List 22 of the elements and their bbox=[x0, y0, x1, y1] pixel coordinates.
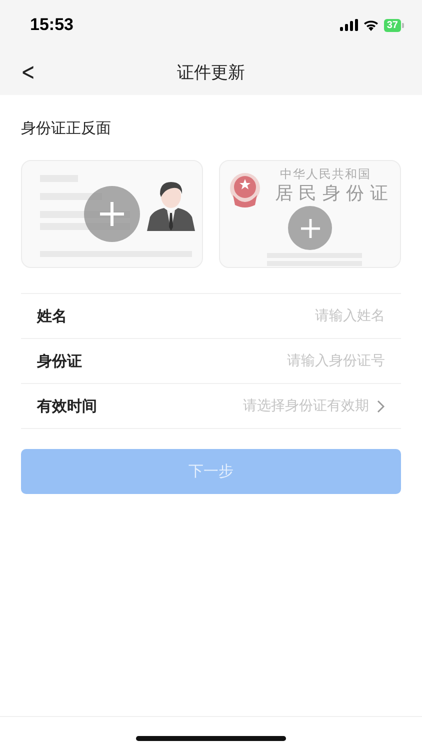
card-country-text: 中华人民共和国 bbox=[280, 166, 371, 182]
chevron-right-icon bbox=[377, 400, 385, 412]
field-label: 有效时间 bbox=[37, 396, 97, 416]
id-card-upload[interactable] bbox=[21, 160, 203, 268]
emblem-icon bbox=[228, 173, 262, 209]
person-icon bbox=[146, 179, 196, 231]
section-title: 身份证正反面 bbox=[20, 118, 112, 138]
field-label: 姓名 bbox=[37, 306, 67, 326]
text-input-field[interactable]: 请输入姓名 bbox=[67, 308, 385, 324]
wifi-icon bbox=[362, 19, 379, 31]
id-card-upload[interactable]: 中华人民共和国 居 民 身 份 证 bbox=[219, 160, 401, 268]
battery-icon: 37 bbox=[384, 18, 404, 32]
page-title: 证件更新 bbox=[177, 62, 245, 84]
date-select-field[interactable]: 请选择身份证有效期 bbox=[243, 397, 385, 415]
back-button[interactable]: < bbox=[18, 58, 38, 86]
signal-icon bbox=[340, 19, 358, 31]
plus-icon bbox=[100, 202, 124, 226]
field-label: 身份证 bbox=[37, 352, 82, 370]
status-time: 15:53 bbox=[30, 15, 74, 35]
text-input-field[interactable]: 请输入身份证号 bbox=[82, 353, 385, 369]
plus-icon bbox=[300, 218, 320, 238]
add-photo-button[interactable] bbox=[288, 206, 332, 250]
